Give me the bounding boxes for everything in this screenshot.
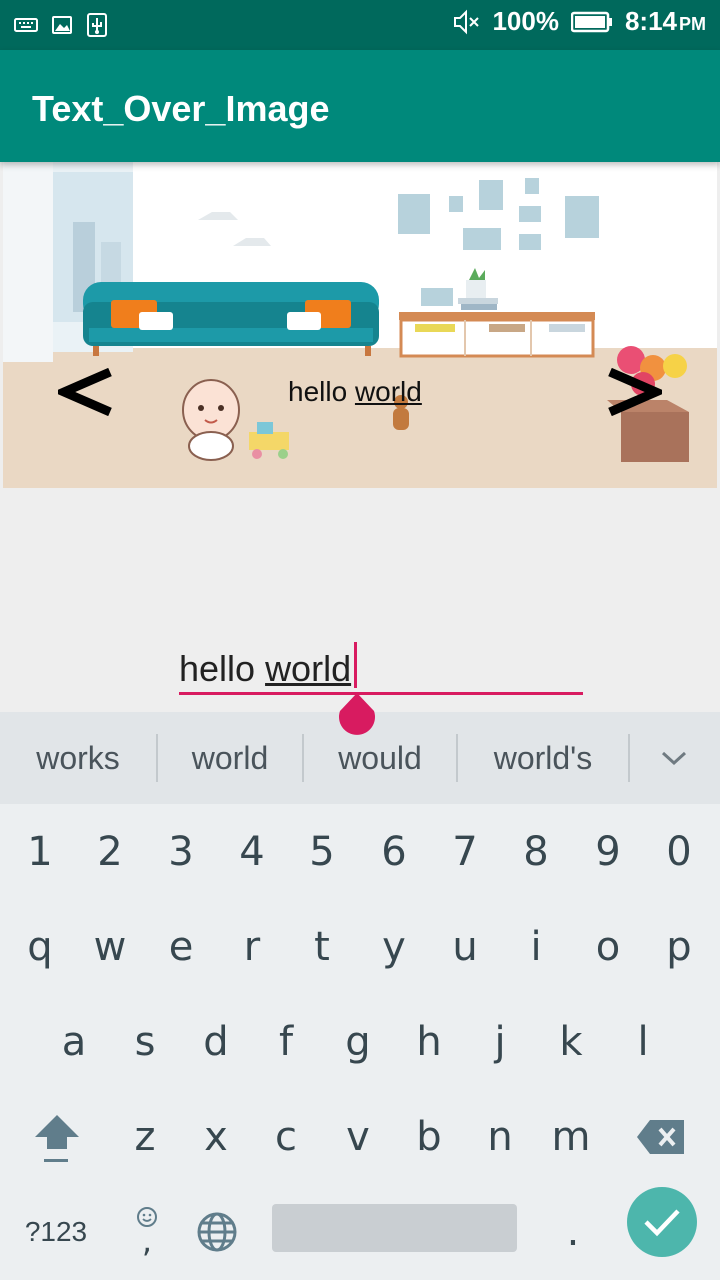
key[interactable]: o [573,899,643,994]
language-key[interactable] [182,1184,252,1279]
period-key[interactable]: . [538,1184,608,1279]
globe-icon [197,1212,237,1251]
key[interactable]: 8 [501,804,571,899]
key[interactable]: t [287,899,357,994]
keyboard-icon [14,18,38,32]
key[interactable]: d [181,994,251,1089]
chevron-down-icon [661,751,687,766]
key[interactable]: p [644,899,714,994]
key[interactable]: c [251,1089,321,1184]
keyboard-number-row: 1 2 3 4 5 6 7 8 9 0 [0,804,720,899]
key[interactable]: v [323,1089,393,1184]
key[interactable]: f [251,994,321,1089]
keyboard-row-3: z x c v b n m [0,1089,720,1184]
key[interactable]: 4 [217,804,287,899]
symbols-key[interactable]: ?123 [20,1184,92,1279]
comma-label: , [141,1221,153,1260]
key[interactable]: 7 [430,804,500,899]
key[interactable]: m [536,1089,606,1184]
key[interactable]: y [359,899,429,994]
space-key[interactable] [272,1204,517,1252]
key[interactable]: e [146,899,216,994]
emoji-comma-key[interactable]: , [112,1184,182,1279]
battery-icon [570,11,612,32]
app-bar: Text_Over_Image [0,50,720,162]
backspace-key[interactable] [626,1089,696,1184]
key[interactable]: g [323,994,393,1089]
previous-arrow-icon[interactable] [58,368,114,416]
input-underline [179,692,583,695]
clock: 8:14 PM [624,6,706,36]
next-arrow-icon[interactable] [606,368,662,416]
enter-button[interactable] [627,1187,697,1257]
app-title: Text_Over_Image [32,88,330,129]
key[interactable]: w [75,899,145,994]
suggestion-item[interactable]: world's [458,712,628,804]
key[interactable]: 6 [359,804,429,899]
key[interactable]: k [536,994,606,1089]
checkmark-icon [644,1209,680,1237]
key[interactable]: r [217,899,287,994]
text-input-value: hello world [179,648,352,689]
key[interactable]: x [181,1089,251,1184]
keyboard: 1 2 3 4 5 6 7 8 9 0 q w e r t y u i o p … [0,804,720,1280]
volume-muted-icon [454,9,480,34]
shift-key[interactable] [22,1089,92,1184]
keyboard-row-2: a s d f g h j k l [0,994,720,1089]
keyboard-row-1: q w e r t y u i o p [0,899,720,994]
key[interactable]: a [39,994,109,1089]
key[interactable]: b [394,1089,464,1184]
key[interactable]: h [394,994,464,1089]
key[interactable]: l [608,994,678,1089]
key[interactable]: 1 [5,804,75,899]
room-image [3,162,717,488]
usb-icon [87,13,107,37]
key[interactable]: z [110,1089,180,1184]
key[interactable]: q [5,899,75,994]
shift-arrow-icon [35,1114,79,1162]
text-cursor [354,642,357,688]
text-input[interactable]: hello world [179,640,583,698]
cursor-handle[interactable] [337,693,377,737]
key[interactable]: s [110,994,180,1089]
key[interactable]: n [465,1089,535,1184]
key[interactable]: 2 [75,804,145,899]
suggestion-item[interactable]: works [0,712,156,804]
backspace-icon [637,1119,684,1154]
key[interactable]: 9 [573,804,643,899]
key[interactable]: 0 [644,804,714,899]
suggestion-item[interactable]: world [158,712,302,804]
key[interactable]: 3 [146,804,216,899]
expand-suggestions-button[interactable] [630,712,718,804]
image-icon [52,16,72,34]
status-bar: 100% 8:14 PM [0,0,720,50]
key[interactable]: j [465,994,535,1089]
battery-percent: 100% [492,6,559,36]
room-illustration [3,162,717,488]
suggestion-item[interactable]: would [304,712,456,804]
key[interactable]: 5 [287,804,357,899]
overlay-text: hello world [288,376,422,407]
key[interactable]: u [430,899,500,994]
key[interactable]: i [501,899,571,994]
